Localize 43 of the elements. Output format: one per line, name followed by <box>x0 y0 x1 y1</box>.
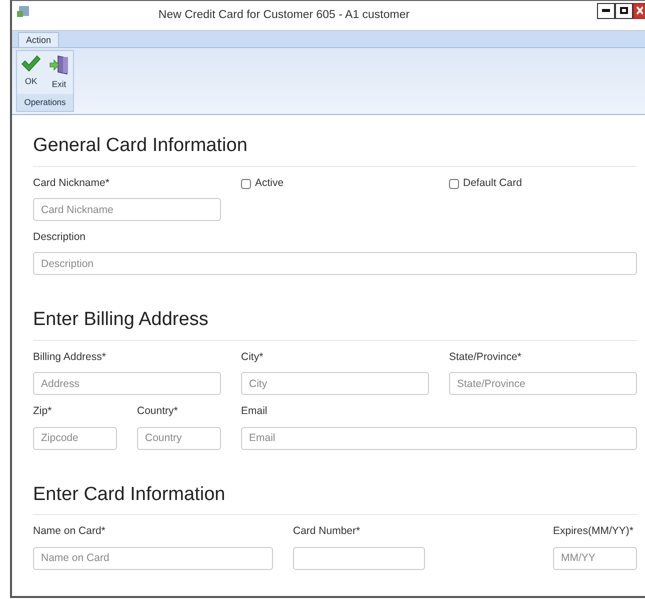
input-field[interactable]: City <box>241 372 429 396</box>
group-label: Operations <box>17 94 73 111</box>
close-button[interactable] <box>633 2 645 18</box>
input-field[interactable]: Address <box>33 372 221 396</box>
door-arrow-icon <box>49 55 69 75</box>
app-icon <box>17 5 31 18</box>
maximize-button[interactable] <box>615 2 633 18</box>
checkmark-icon <box>21 55 41 72</box>
checkbox-label: Default Card <box>463 176 522 191</box>
section-heading: Enter Card Information <box>33 484 637 516</box>
minimize-button[interactable] <box>597 2 615 18</box>
input-field[interactable]: MM/YY <box>553 546 637 570</box>
field-label: Email <box>241 404 268 420</box>
window-title: New Credit Card for Customer 605 - A1 customer <box>157 8 411 23</box>
field-label: Name on Card* <box>33 524 106 540</box>
checkbox-label: Active <box>255 176 284 191</box>
field-label: Zip* <box>33 404 53 420</box>
field-label: State/Province* <box>449 350 522 366</box>
field-label: City* <box>241 350 264 366</box>
checkbox[interactable] <box>449 178 459 189</box>
input-field[interactable]: Email <box>241 426 637 450</box>
ok-button[interactable]: OK <box>21 55 41 94</box>
input-field[interactable]: Description <box>33 252 637 276</box>
field-label: Description <box>33 230 87 246</box>
section-heading: Enter Billing Address <box>33 309 637 342</box>
checkbox[interactable] <box>241 178 251 189</box>
input-field[interactable] <box>293 546 425 570</box>
exit-button[interactable]: Exit <box>49 55 69 94</box>
field-label: Country* <box>137 404 179 420</box>
field-label: Card Number* <box>293 524 362 540</box>
section-heading: General Card Information <box>33 135 637 167</box>
input-field[interactable]: State/Province <box>449 372 637 396</box>
minimize-icon <box>602 9 610 12</box>
input-field[interactable]: Card Nickname <box>33 198 221 222</box>
field-label: Card Nickname* <box>33 176 110 191</box>
field-label: Billing Address* <box>33 350 107 366</box>
close-icon <box>636 6 643 15</box>
input-field[interactable]: Zipcode <box>33 426 117 450</box>
maximize-icon <box>620 7 628 14</box>
input-field[interactable]: Country <box>137 426 221 450</box>
input-field[interactable]: Name on Card <box>33 546 273 570</box>
field-label: Expires(MM/YY)* <box>553 524 635 540</box>
ribbon-tab[interactable]: Action <box>18 32 60 47</box>
